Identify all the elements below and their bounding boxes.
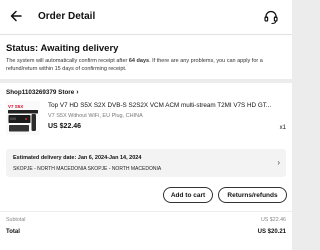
svg-text:V7 S5X: V7 S5X <box>8 104 23 109</box>
customer-service-icon[interactable] <box>263 9 279 25</box>
order-item-card: Shop1103269379 Store › V7 S5X Top V7 HD … <box>0 83 292 213</box>
delivery-address: SKOPJE - NORTH MACEDONIA SKOPJE - NORTH … <box>13 166 162 172</box>
chevron-right-icon: › <box>76 89 79 96</box>
total-value: US $20.21 <box>257 229 286 235</box>
total-row: Total US $20.21 <box>6 229 286 235</box>
top-bar: Order Detail <box>0 0 292 34</box>
returns-refunds-button[interactable]: Returns/refunds <box>218 187 287 203</box>
product-thumbnail[interactable]: V7 S5X <box>6 101 40 135</box>
total-label: Total <box>6 229 20 235</box>
price-summary: Subtotal US $22.46 Total US $20.21 <box>0 211 292 250</box>
chevron-right-icon: › <box>277 158 280 167</box>
add-to-cart-button[interactable]: Add to cart <box>163 187 213 203</box>
order-status-description: The system will automatically confirm re… <box>6 57 288 73</box>
subtotal-label: Subtotal <box>6 217 26 223</box>
status-desc-days: 64 days <box>128 58 150 64</box>
product-price: US $22.46 <box>48 123 82 130</box>
status-desc-prefix: The system will automatically confirm re… <box>6 58 129 64</box>
subtotal-row: Subtotal US $22.46 <box>6 217 286 223</box>
product-quantity: x1 <box>279 125 286 131</box>
delivery-info-panel[interactable]: Estimated delivery date: Jan 6, 2024-Jan… <box>6 149 286 177</box>
store-link[interactable]: Shop1103269379 Store › <box>6 89 79 96</box>
order-status-title: Status: Awaiting delivery <box>6 43 119 54</box>
subtotal-value: US $22.46 <box>260 217 286 223</box>
product-variant: V7 S5X Without WiFi, EU Plug, CHINA <box>48 113 143 119</box>
order-status-card: Status: Awaiting delivery The system wil… <box>0 34 292 79</box>
product-title[interactable]: Top V7 HD S5X S2X DVB-S S2S2X VCM ACM mu… <box>48 102 284 109</box>
estimated-delivery-date: Estimated delivery date: Jan 6, 2024-Jan… <box>13 155 142 161</box>
back-arrow-icon[interactable] <box>9 9 23 23</box>
page-title: Order Detail <box>38 11 96 22</box>
store-name: Shop1103269379 Store <box>6 89 75 96</box>
